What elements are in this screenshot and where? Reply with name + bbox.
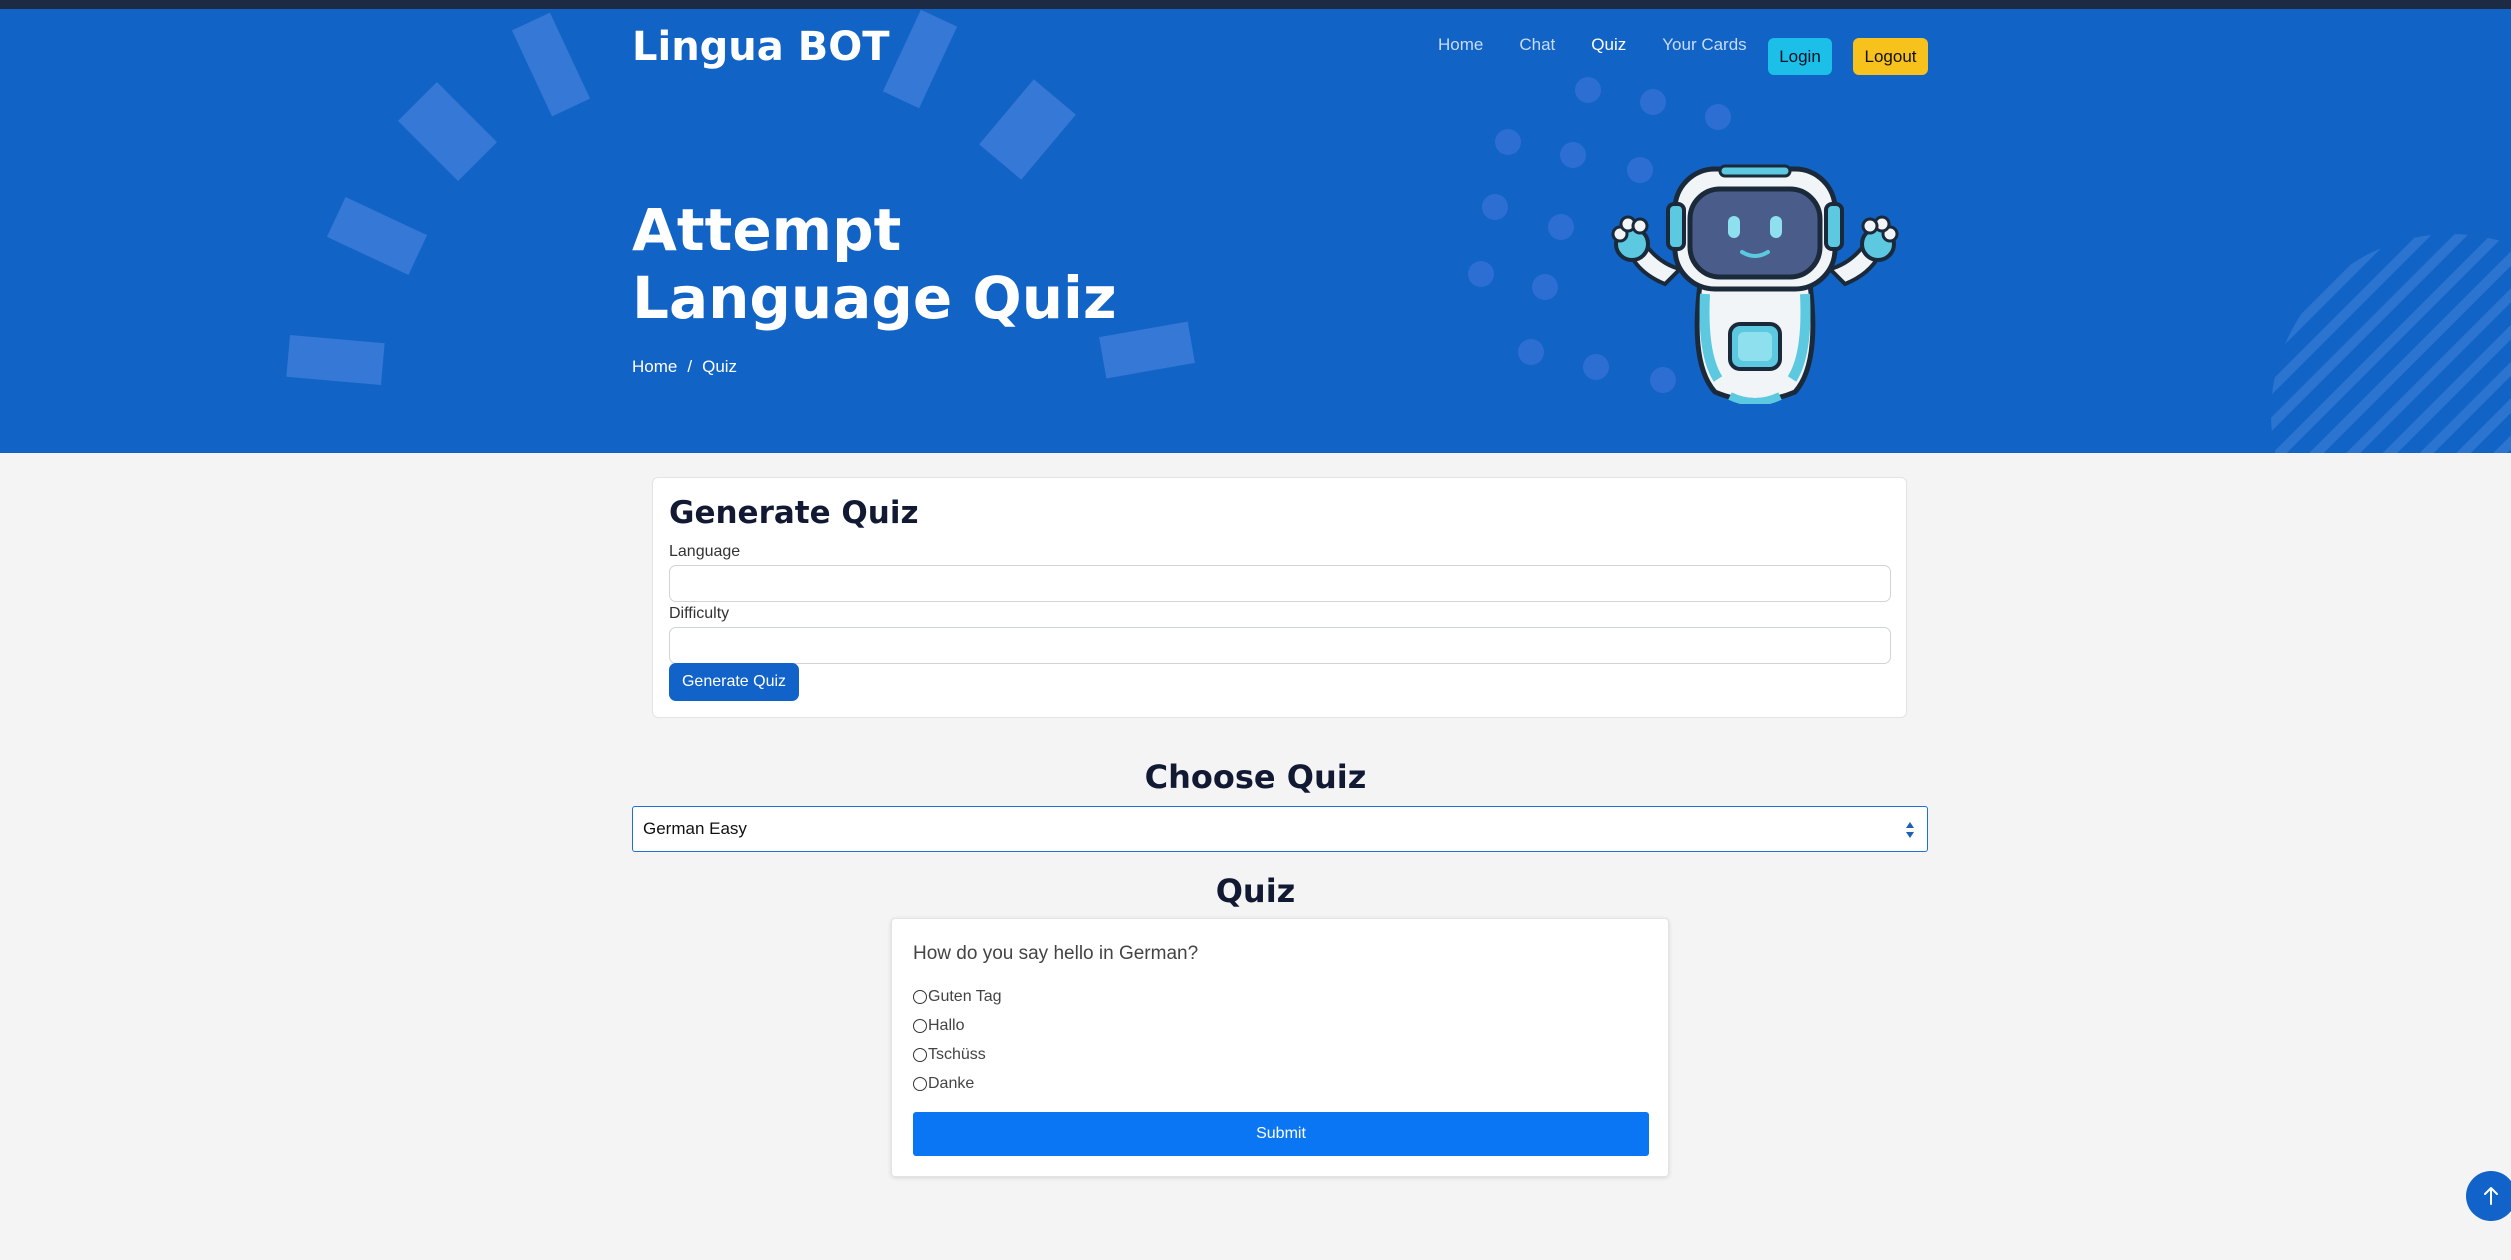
decor-dot [1548, 214, 1574, 240]
nav-your-cards[interactable]: Your Cards [1662, 35, 1746, 55]
scroll-to-top-button[interactable] [2466, 1171, 2511, 1221]
hero-banner: Lingua BOT Home Chat Quiz Your Cards Log… [0, 9, 2511, 453]
radio-button[interactable] [913, 1077, 927, 1091]
radio-button[interactable] [913, 1048, 927, 1062]
language-input[interactable] [669, 565, 1891, 602]
sort-arrows-icon [1906, 822, 1914, 838]
difficulty-label: Difficulty [669, 605, 730, 622]
decor-shape [398, 82, 497, 181]
decor-dot [1575, 77, 1601, 103]
generate-quiz-button[interactable]: Generate Quiz [669, 663, 799, 701]
radio-button[interactable] [913, 1019, 927, 1033]
decor-dot [1640, 89, 1666, 115]
language-label: Language [669, 543, 741, 560]
breadcrumb: Home / Quiz [632, 357, 737, 377]
page-title: Attempt Language Quiz [632, 196, 1117, 332]
nav-chat[interactable]: Chat [1519, 35, 1555, 55]
option-label: Danke [928, 1075, 975, 1092]
decor-dot [1560, 142, 1586, 168]
breadcrumb-current: Quiz [702, 357, 738, 376]
decor-dot [1482, 194, 1508, 220]
decor-dot [1532, 274, 1558, 300]
radio-button[interactable] [913, 990, 927, 1004]
option-label: Hallo [928, 1017, 965, 1034]
quiz-question: How do you say hello in German? [913, 943, 1199, 964]
arrow-up-icon [2484, 1187, 2498, 1205]
nav-quiz[interactable]: Quiz [1591, 35, 1626, 55]
decor-shape [882, 9, 958, 109]
generate-quiz-card: Generate Quiz Language Difficulty Genera… [652, 477, 1907, 718]
breadcrumb-separator: / [687, 357, 693, 376]
decor-stripes [2271, 234, 2511, 453]
decor-shape [511, 12, 591, 117]
decor-dot [1518, 339, 1544, 365]
main-nav: Home Chat Quiz Your Cards [1438, 35, 1783, 55]
decor-dot [1468, 261, 1494, 287]
quiz-card: How do you say hello in German? Guten Ta… [891, 918, 1669, 1177]
quiz-option[interactable]: Hallo [913, 1017, 964, 1035]
decor-dot [1495, 129, 1521, 155]
login-button[interactable]: Login [1768, 38, 1832, 75]
decor-shape [286, 334, 385, 386]
quiz-option[interactable]: Danke [913, 1075, 974, 1093]
decor-shape [979, 79, 1076, 180]
submit-button[interactable]: Submit [913, 1112, 1649, 1156]
generate-quiz-heading: Generate Quiz [669, 495, 919, 531]
quiz-select-value: German Easy [643, 819, 747, 838]
logout-button[interactable]: Logout [1853, 38, 1928, 75]
quiz-select[interactable]: German Easy [632, 806, 1928, 852]
choose-quiz-heading: Choose Quiz [1144, 758, 1367, 796]
browser-top-strip [0, 0, 2511, 9]
quiz-heading: Quiz [1215, 872, 1296, 910]
difficulty-input[interactable] [669, 627, 1891, 664]
nav-home[interactable]: Home [1438, 35, 1483, 55]
quiz-option[interactable]: Guten Tag [913, 988, 1002, 1006]
quiz-option[interactable]: Tschüss [913, 1046, 986, 1064]
robot-mascot-icon [1611, 164, 1899, 404]
brand-logo[interactable]: Lingua BOT [632, 24, 889, 70]
decor-shape [326, 197, 428, 275]
option-label: Tschüss [928, 1046, 986, 1063]
option-label: Guten Tag [928, 988, 1002, 1005]
decor-dot [1705, 104, 1731, 130]
decor-dot [1583, 354, 1609, 380]
breadcrumb-home[interactable]: Home [632, 357, 677, 377]
